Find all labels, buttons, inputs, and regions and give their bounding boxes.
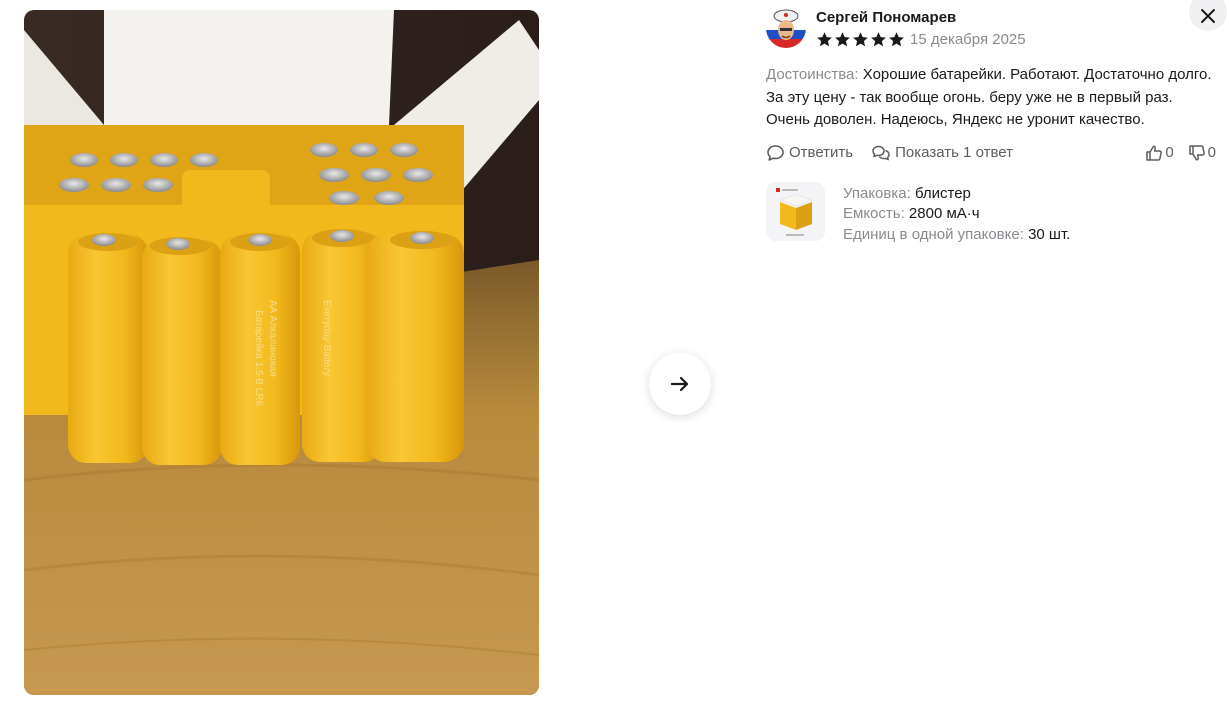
reply-label: Ответить <box>789 144 854 161</box>
star-icon <box>817 31 832 46</box>
comments-icon <box>872 145 890 160</box>
prop-capacity: Емкость: 2800 мА·ч <box>843 204 1070 225</box>
like-button[interactable]: 0 <box>1145 144 1174 162</box>
reply-button[interactable]: Ответить <box>766 144 853 162</box>
prop-value: 30 шт. <box>1028 225 1071 243</box>
comment-icon <box>767 144 784 161</box>
prop-key: Емкость: <box>843 205 905 222</box>
dislikes-count: 0 <box>1207 144 1216 161</box>
star-icon <box>871 31 886 46</box>
review-actions: Ответить Показать 1 ответ 0 0 <box>766 142 1216 164</box>
review-gallery-modal: Батарейка 1.5 В LR6 AA Алкалиновая Every… <box>0 0 1229 705</box>
prop-packaging: Упаковка: блистер <box>843 184 1070 205</box>
show-replies-button[interactable]: Показать 1 ответ <box>871 144 1013 162</box>
star-icon <box>853 31 868 46</box>
votes: 0 0 <box>1145 144 1216 162</box>
prop-units-per-pack: Единиц в одной упаковке: 30 шт. <box>843 225 1070 246</box>
review: Сергей Пономарев 15 декабря 2025 Достоин… <box>766 8 1216 245</box>
battery-print-3: Everyday Battery <box>321 300 332 376</box>
review-date: 15 декабря 2025 <box>910 30 1026 48</box>
prop-value: 2800 мА·ч <box>908 205 980 222</box>
dislike-button[interactable]: 0 <box>1188 144 1216 162</box>
thumb-up-icon <box>1146 144 1163 161</box>
purchased-product: Упаковка: блистер Емкость: 2800 мА·ч Еди… <box>766 181 1216 246</box>
likes-count: 0 <box>1165 144 1174 161</box>
arrow-right-icon <box>670 376 689 392</box>
review-photo: Батарейка 1.5 В LR6 AA Алкалиновая Every… <box>24 10 539 695</box>
battery-print-1: Батарейка 1.5 В LR6 <box>253 310 264 406</box>
next-photo-button[interactable] <box>649 353 711 415</box>
product-thumbnail[interactable] <box>766 181 825 241</box>
product-properties: Упаковка: блистер Емкость: 2800 мА·ч Еди… <box>843 184 1070 246</box>
prop-key: Единиц в одной упаковке: <box>843 225 1024 243</box>
battery-print-2: AA Алкалиновая <box>267 300 278 377</box>
author-name[interactable]: Сергей Пономарев <box>816 8 1026 28</box>
pros-label: Достоинства: <box>766 66 859 83</box>
show-replies-label: Показать 1 ответ <box>895 144 1013 161</box>
avatar[interactable] <box>766 8 806 48</box>
star-icon <box>835 31 850 46</box>
review-text: Достоинства: Хорошие батарейки. Работают… <box>766 64 1216 132</box>
star-icon <box>889 31 904 46</box>
rating-stars <box>816 31 905 48</box>
prop-value: блистер <box>914 184 971 202</box>
review-author: Сергей Пономарев 15 декабря 2025 <box>766 8 1216 48</box>
thumb-down-icon <box>1188 144 1205 161</box>
prop-key: Упаковка: <box>843 184 911 202</box>
